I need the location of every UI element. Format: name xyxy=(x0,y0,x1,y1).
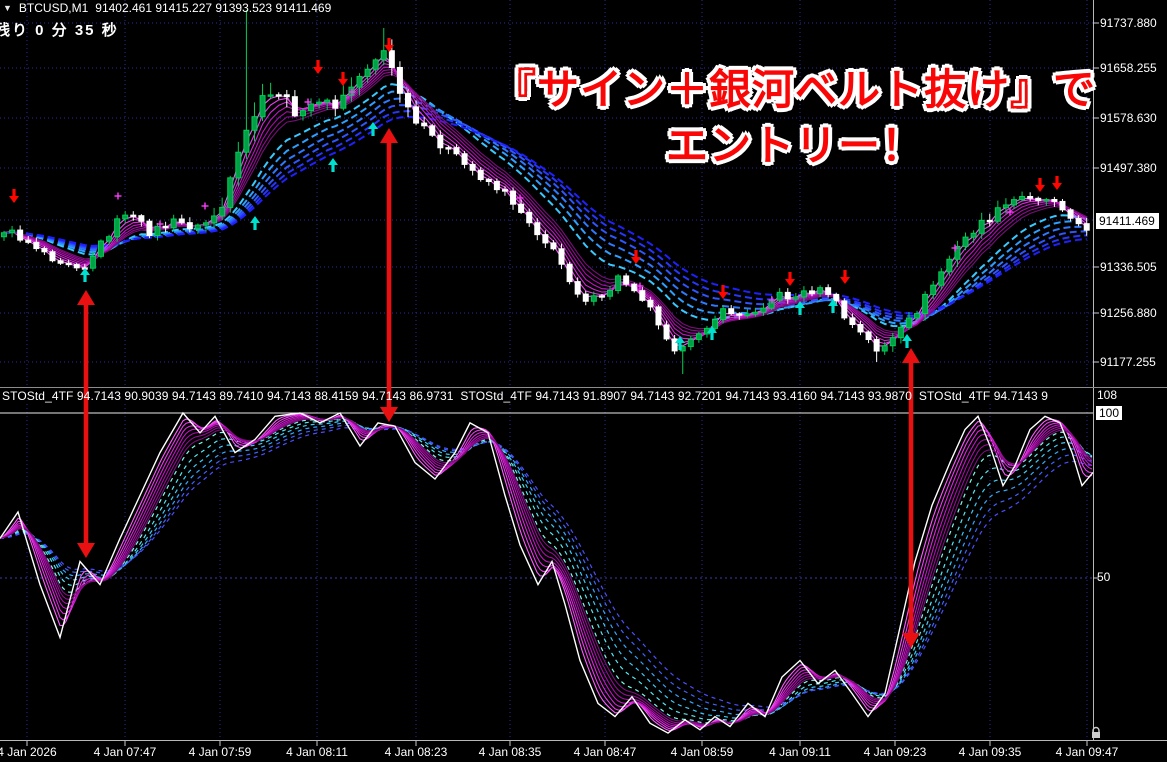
time-axis-label: 4 Jan 07:47 xyxy=(80,745,170,759)
price-axis-label: 91256.880 xyxy=(1100,306,1157,320)
time-axis-label: 4 Jan 09:11 xyxy=(755,745,845,759)
price-axis-label: 91336.505 xyxy=(1100,260,1157,274)
symbol-timeframe-label: BTCUSD,M1 xyxy=(19,1,88,15)
candle-countdown-timer: 残り 0 分 35 秒 xyxy=(0,19,119,40)
time-axis-label: 4 Jan 09:23 xyxy=(850,745,940,759)
ohlc-values: 91402.461 91415.227 91393.523 91411.469 xyxy=(95,1,331,15)
time-axis-label: 4 Jan 08:11 xyxy=(272,745,362,759)
mt4-chart-window: ▼ BTCUSD,M1 91402.461 91415.227 91393.52… xyxy=(0,0,1167,762)
sub-axis-top-label: 108 xyxy=(1097,388,1117,402)
time-axis-label: 4 Jan 08:47 xyxy=(560,745,650,759)
price-axis-label: 91737.880 xyxy=(1100,16,1157,30)
time-axis-label: 4 Jan 07:59 xyxy=(175,745,265,759)
time-axis-label: 4 Jan 09:35 xyxy=(945,745,1035,759)
current-price-badge: 91411.469 xyxy=(1096,213,1159,229)
time-axis-label: 4 Jan 08:23 xyxy=(371,745,461,759)
time-axis-label: 4 Jan 08:35 xyxy=(465,745,555,759)
price-axis-label: 91177.255 xyxy=(1100,355,1156,369)
stochastic-indicator-header: STOStd_4TF 94.7143 90.9039 94.7143 89.74… xyxy=(2,389,1091,403)
time-axis: 4 Jan 2026 4 Jan 07:47 4 Jan 07:59 4 Jan 08… xyxy=(0,744,1167,762)
time-axis-label: 4 Jan 08:59 xyxy=(657,745,747,759)
scale-lock-icon[interactable] xyxy=(1089,726,1103,740)
time-axis-label: 4 Jan 2026 xyxy=(0,745,72,759)
annotation-line-2: エントリー！ xyxy=(470,118,1120,174)
sub-axis-100-badge: 100 xyxy=(1096,406,1122,420)
time-axis-label: 4 Jan 09:47 xyxy=(1042,745,1132,759)
entry-annotation: 『サイン＋銀河ベルト抜け』で エントリー！ xyxy=(470,62,1120,174)
sub-axis-50-label: 50 xyxy=(1097,570,1110,584)
symbol-dropdown-icon[interactable]: ▼ xyxy=(3,3,12,13)
annotation-line-1: 『サイン＋銀河ベルト抜け』で xyxy=(470,62,1120,118)
chart-title-bar: ▼ BTCUSD,M1 91402.461 91415.227 91393.52… xyxy=(3,1,331,15)
